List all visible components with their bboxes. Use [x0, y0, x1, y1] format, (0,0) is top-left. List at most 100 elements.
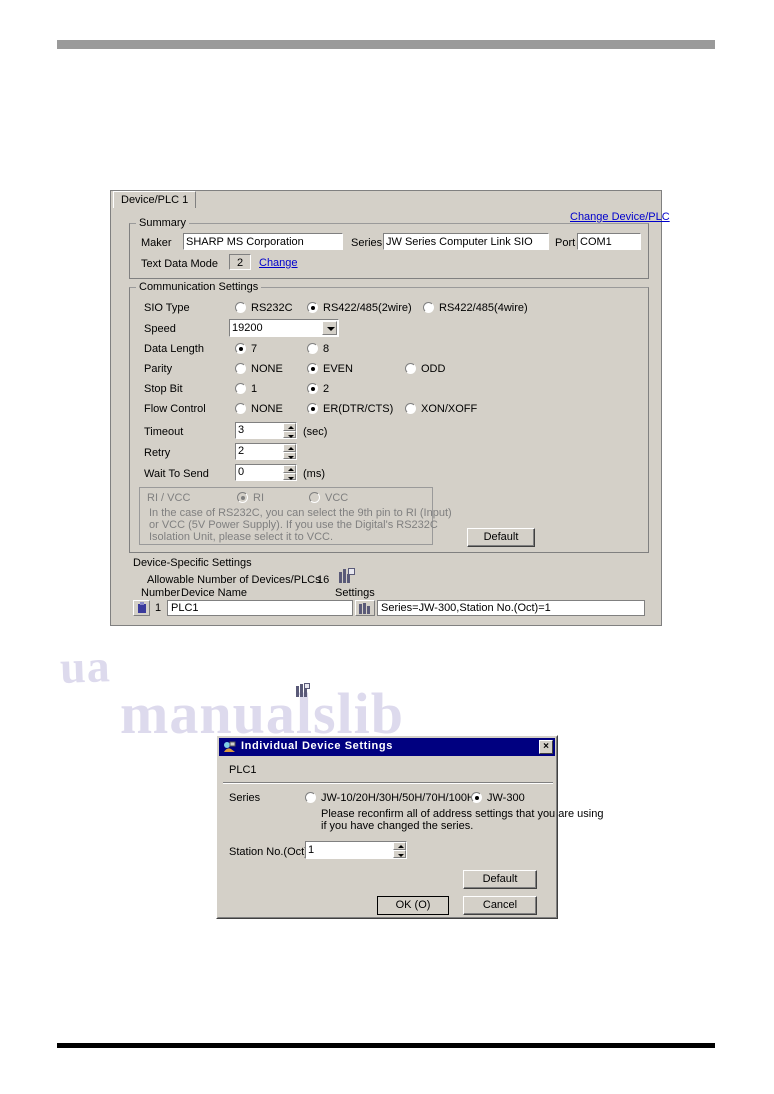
wait-to-send-value: 0 — [238, 466, 245, 478]
column-header-device-name: Device Name — [181, 587, 248, 599]
row-number: 1 — [155, 602, 162, 614]
individual-device-settings-dialog: Individual Device Settings × PLC1 Series… — [216, 735, 603, 919]
parity-label: Parity — [144, 363, 173, 375]
speed-label: Speed — [144, 323, 176, 335]
flow-control-option-2-label: XON/XOFF — [421, 403, 478, 415]
dialog-cancel-button-label: Cancel — [482, 899, 518, 911]
parity-radio-even[interactable] — [307, 363, 318, 374]
timeout-spinner[interactable]: 3 — [235, 422, 297, 439]
data-length-label: Data Length — [144, 343, 204, 355]
wait-to-send-spin-buttons[interactable] — [283, 465, 296, 480]
flow-control-radio-none[interactable] — [235, 403, 246, 414]
summary-group: Summary — [129, 217, 649, 279]
table-row[interactable]: 1 PLC1 Series=JW-300,Station No.(Oct)=1 — [133, 600, 645, 616]
wait-to-send-spinner[interactable]: 0 — [235, 464, 297, 481]
retry-value: 2 — [238, 445, 245, 457]
parity-radio-odd[interactable] — [405, 363, 416, 374]
ri-vcc-radio-ri — [237, 492, 248, 503]
data-length-radio-8[interactable] — [307, 343, 318, 354]
device-specific-group-label: Device-Specific Settings — [133, 557, 252, 569]
dialog-title-bar[interactable]: Individual Device Settings × — [219, 738, 555, 756]
text-data-mode-change-link[interactable]: Change — [259, 257, 298, 269]
device-plc-panel: Device/PLC 1 Change Device/PLC Summary M… — [110, 190, 670, 626]
settings-icon[interactable] — [339, 568, 355, 583]
data-length-option-1-label: 8 — [323, 343, 330, 355]
retry-spinner[interactable]: 2 — [235, 443, 297, 460]
timeout-label: Timeout — [144, 426, 184, 438]
dialog-separator-highlight — [223, 783, 553, 784]
page-top-rule — [57, 40, 715, 49]
text-data-mode-value: 2 — [229, 254, 251, 270]
wait-to-send-unit: (ms) — [303, 468, 325, 480]
retry-label: Retry — [144, 447, 171, 459]
sio-type-option-2-label: RS422/485(4wire) — [439, 302, 528, 314]
spin-up-icon[interactable] — [283, 423, 296, 431]
row-settings-summary[interactable]: Series=JW-300,Station No.(Oct)=1 — [377, 600, 645, 616]
stop-bit-option-0-label: 1 — [251, 383, 258, 395]
flow-control-option-1-label: ER(DTR/CTS) — [323, 403, 394, 415]
tab-device-plc-1[interactable]: Device/PLC 1 — [113, 191, 197, 208]
row-device-icon-button[interactable] — [133, 600, 150, 616]
port-field[interactable]: COM1 — [577, 233, 641, 250]
change-device-plc-link[interactable]: Change Device/PLC — [570, 211, 670, 223]
parity-radio-none[interactable] — [235, 363, 246, 374]
text-data-mode-label: Text Data Mode — [141, 258, 219, 270]
dialog-series-radio-jw-300[interactable] — [471, 792, 482, 803]
timeout-spin-buttons[interactable] — [283, 423, 296, 438]
flow-control-label: Flow Control — [144, 403, 206, 415]
dialog-default-button[interactable]: Default — [463, 870, 537, 889]
flow-control-radio-er[interactable] — [307, 403, 318, 414]
spin-down-icon[interactable] — [283, 430, 296, 438]
settings-column-caption: Settings — [335, 587, 375, 599]
flow-control-radio-xon-xoff[interactable] — [405, 403, 416, 414]
sio-type-option-0-label: RS232C — [251, 302, 293, 314]
stop-bit-radio-2[interactable] — [307, 383, 318, 394]
page-bottom-rule — [57, 1043, 715, 1048]
spin-up-icon[interactable] — [393, 842, 406, 850]
series-field[interactable]: JW Series Computer Link SIO — [383, 233, 549, 250]
default-button[interactable]: Default — [467, 528, 535, 547]
ri-vcc-option-1-label: VCC — [325, 492, 349, 504]
wait-to-send-label: Wait To Send — [144, 468, 209, 480]
dialog-series-option-0-label: JW-10/20H/30H/50H/70H/100H — [321, 792, 475, 804]
data-length-option-0-label: 7 — [251, 343, 258, 355]
watermark-text-3: ua — [59, 640, 112, 693]
dialog-series-radio-jw-10[interactable] — [305, 792, 316, 803]
spin-up-icon[interactable] — [283, 465, 296, 473]
row-device-name[interactable]: PLC1 — [167, 600, 353, 616]
row-settings-button[interactable] — [355, 600, 375, 616]
tab-strip: Device/PLC 1 — [111, 191, 661, 208]
dialog-station-no-spinner[interactable]: 1 — [305, 841, 407, 859]
allowable-devices-label: Allowable Number of Devices/PLCs — [147, 574, 321, 586]
dialog-cancel-button[interactable]: Cancel — [463, 896, 537, 915]
timeout-value: 3 — [238, 424, 245, 436]
sio-type-radio-rs232c[interactable] — [235, 302, 246, 313]
dialog-default-button-label: Default — [482, 873, 518, 885]
dialog-ok-button-label: OK (O) — [395, 899, 431, 911]
ri-vcc-note-line-3: Isolation Unit, please select it to VCC. — [149, 531, 334, 543]
data-length-radio-7[interactable] — [235, 343, 246, 354]
parity-option-2-label: ODD — [421, 363, 446, 375]
ri-vcc-label: RI / VCC — [147, 492, 191, 504]
chevron-down-icon[interactable] — [322, 321, 337, 335]
spin-up-icon[interactable] — [283, 444, 296, 452]
settings-icon[interactable] — [296, 683, 310, 697]
dialog-ok-button[interactable]: OK (O) — [377, 896, 449, 915]
close-icon[interactable]: × — [539, 740, 553, 754]
sio-type-radio-rs422-2wire[interactable] — [307, 302, 318, 313]
spin-down-icon[interactable] — [393, 850, 406, 858]
dialog-station-no-spin-buttons[interactable] — [393, 842, 406, 858]
maker-field[interactable]: SHARP MS Corporation — [183, 233, 343, 250]
parity-option-0-label: NONE — [251, 363, 283, 375]
speed-combobox[interactable]: 19200 — [229, 319, 339, 337]
ri-vcc-option-0-label: RI — [253, 492, 264, 504]
spin-down-icon[interactable] — [283, 472, 296, 480]
stop-bit-radio-1[interactable] — [235, 383, 246, 394]
series-label: Series — [351, 237, 383, 249]
spin-down-icon[interactable] — [283, 451, 296, 459]
app-icon — [223, 741, 236, 753]
dialog-note-line-1: Please reconfirm all of address settings… — [321, 808, 604, 820]
sio-type-radio-rs422-4wire[interactable] — [423, 302, 434, 313]
ri-vcc-radio-vcc — [309, 492, 320, 503]
retry-spin-buttons[interactable] — [283, 444, 296, 459]
